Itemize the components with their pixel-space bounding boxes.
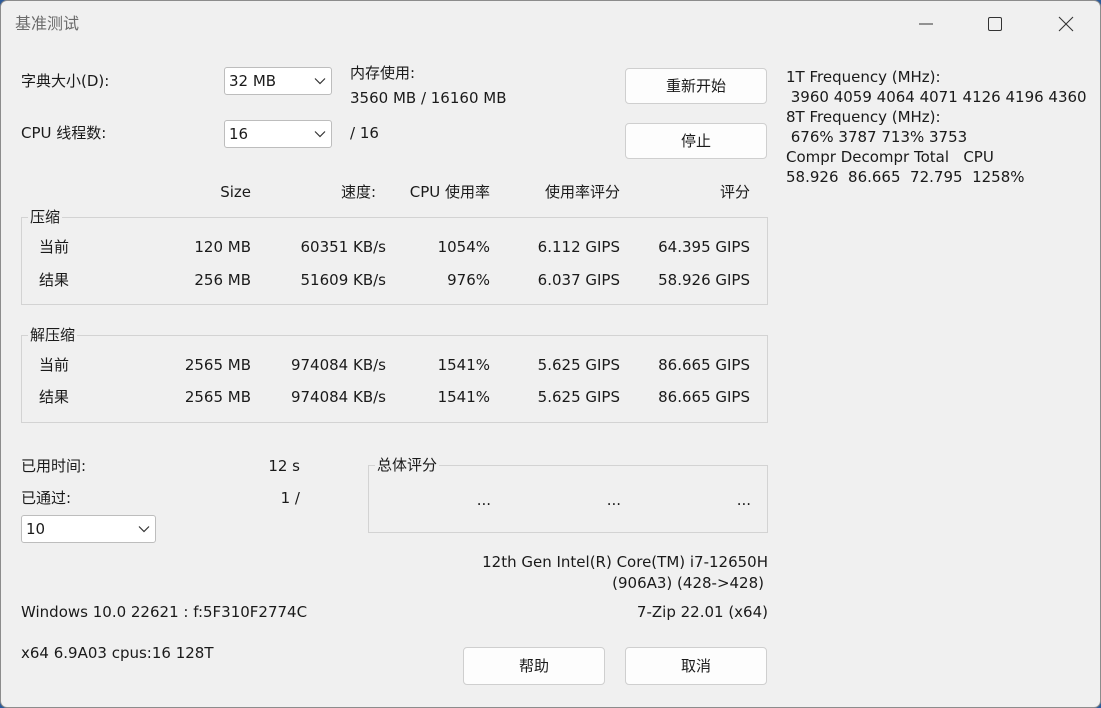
overall-value: ... — [606, 491, 621, 509]
cell-size: 256 MB — [194, 271, 251, 289]
cell-cpu-usage: 1541% — [437, 388, 490, 406]
close-button[interactable] — [1043, 1, 1089, 47]
passes-select-value: 10 — [26, 520, 46, 538]
cell-speed: 51609 KB/s — [300, 271, 386, 289]
close-icon — [1058, 16, 1074, 32]
cell-usage-rating: 6.112 GIPS — [537, 238, 620, 256]
cell-rating: 64.395 GIPS — [658, 238, 750, 256]
chevron-down-icon — [314, 78, 326, 85]
maximize-icon — [988, 17, 1002, 31]
cell-size: 120 MB — [194, 238, 251, 256]
minimize-button[interactable] — [903, 1, 949, 47]
cpu-threads-select[interactable]: 16 — [224, 120, 332, 148]
column-header-speed: 速度: — [340, 183, 376, 201]
passes-select[interactable]: 10 — [21, 515, 156, 543]
cell-speed: 974084 KB/s — [290, 388, 386, 406]
dict-size-value: 32 MB — [229, 72, 277, 90]
log-line: Compr Decompr Total CPU — [786, 148, 994, 166]
benchmark-window: 基准测试 字典大小(D): 32 MB CPU 线程数: 16 / 16 内存使… — [0, 0, 1101, 708]
version-info: 7-Zip 22.01 (x64) — [636, 603, 768, 621]
arch-info: x64 6.9A03 cpus:16 128T — [21, 644, 214, 662]
dict-size-select[interactable]: 32 MB — [224, 67, 332, 95]
cell-cpu-usage: 1054% — [437, 238, 490, 256]
log-line: 1T Frequency (MHz): — [786, 68, 941, 86]
cell-cpu-usage: 976% — [447, 271, 490, 289]
cell-size: 2565 MB — [184, 356, 251, 374]
cell-usage-rating: 5.625 GIPS — [537, 388, 620, 406]
cell-size: 2565 MB — [184, 388, 251, 406]
overall-value: ... — [736, 491, 751, 509]
help-button[interactable]: 帮助 — [463, 647, 605, 685]
overall-rating-label: 总体评分 — [375, 455, 440, 475]
log-line: 676% 3787 713% 3753 — [786, 128, 968, 146]
elapsed-time-value: 12 s — [268, 457, 300, 475]
memory-usage-value: 3560 MB / 16160 MB — [350, 89, 507, 107]
dict-size-label: 字典大小(D): — [21, 72, 110, 90]
os-info: Windows 10.0 22621 : f:5F310F2774C — [21, 603, 308, 621]
cell-rating: 58.926 GIPS — [658, 271, 750, 289]
log-line: 8T Frequency (MHz): — [786, 108, 941, 126]
cpu-name: 12th Gen Intel(R) Core(TM) i7-12650H — [482, 553, 768, 571]
decompress-group-label: 解压缩 — [28, 325, 78, 345]
cell-usage-rating: 5.625 GIPS — [537, 356, 620, 374]
row-label-result: 结果 — [39, 271, 70, 289]
chevron-down-icon — [138, 526, 150, 533]
minimize-icon — [919, 23, 933, 25]
cell-speed: 974084 KB/s — [290, 356, 386, 374]
passes-value: 1 / — [280, 489, 300, 507]
compress-group — [21, 217, 768, 305]
cpu-threads-label: CPU 线程数: — [21, 124, 107, 142]
row-label-current: 当前 — [39, 238, 70, 256]
cell-cpu-usage: 1541% — [437, 356, 490, 374]
row-label-current: 当前 — [39, 356, 70, 374]
row-label-result: 结果 — [39, 388, 70, 406]
decompress-group — [21, 335, 768, 423]
cell-rating: 86.665 GIPS — [658, 356, 750, 374]
cell-usage-rating: 6.037 GIPS — [537, 271, 620, 289]
maximize-button[interactable] — [972, 1, 1018, 47]
cpu-threads-total: / 16 — [350, 124, 379, 142]
cell-rating: 86.665 GIPS — [658, 388, 750, 406]
column-header-usage-rating: 使用率评分 — [544, 183, 620, 201]
cell-speed: 60351 KB/s — [300, 238, 386, 256]
stop-button[interactable]: 停止 — [625, 123, 767, 159]
overall-value: ... — [476, 491, 491, 509]
chevron-down-icon — [314, 131, 326, 138]
title-bar: 基准测试 — [1, 1, 1100, 47]
column-header-cpu-usage: CPU 使用率 — [409, 183, 490, 201]
compress-group-label: 压缩 — [28, 207, 63, 227]
memory-usage-label: 内存使用: — [350, 64, 416, 82]
column-header-size: Size — [220, 183, 251, 201]
log-line: 58.926 86.665 72.795 1258% — [786, 168, 1025, 186]
elapsed-time-label: 已用时间: — [21, 457, 87, 475]
column-header-rating: 评分 — [719, 183, 750, 201]
restart-button[interactable]: 重新开始 — [625, 68, 767, 104]
passes-label: 已通过: — [21, 489, 72, 507]
cpu-threads-value: 16 — [229, 125, 249, 143]
window-title: 基准测试 — [15, 14, 80, 33]
cpu-id: (906A3) (428->428) — [612, 574, 764, 592]
log-line: 3960 4059 4064 4071 4126 4196 4360 — [786, 88, 1087, 106]
cancel-button[interactable]: 取消 — [625, 647, 767, 685]
